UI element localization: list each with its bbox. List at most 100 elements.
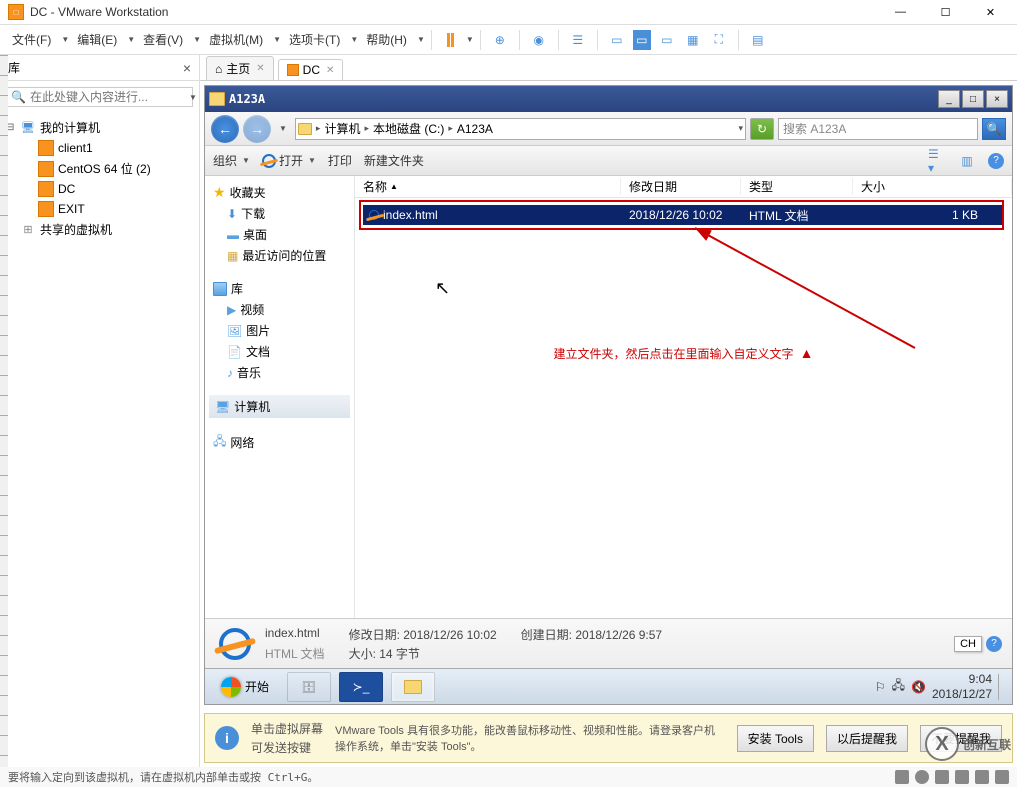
- menu-help[interactable]: 帮助(H): [358, 27, 415, 52]
- tree-computer[interactable]: 🖥计算机: [209, 395, 350, 418]
- annotation-arrow: [655, 218, 935, 358]
- help-icon[interactable]: ?: [988, 153, 1004, 169]
- status-message: 要将输入定向到该虚拟机，请在虚拟机内部单击或按 Ctrl+G。: [8, 769, 318, 785]
- tree-recent[interactable]: ▦最近访问的位置: [209, 245, 350, 266]
- explorer-close[interactable]: ×: [986, 90, 1008, 108]
- toolbar-extra-icon[interactable]: ▤: [748, 30, 768, 50]
- download-icon: ⬇: [227, 207, 237, 221]
- nav-forward-button[interactable]: →: [243, 115, 271, 143]
- watermark-logo: X: [925, 727, 959, 761]
- status-bar: 要将输入定向到该虚拟机，请在虚拟机内部单击或按 Ctrl+G。: [0, 767, 1017, 787]
- star-icon: ★: [213, 184, 226, 201]
- library-sidebar: 库 × 🔍 ▼ ⊟ 🖥 我的计算机 client1 CentOS 64 位 (2…: [0, 55, 200, 767]
- tray-flag-icon[interactable]: ⚐: [875, 680, 886, 694]
- install-tools-button[interactable]: 安装 Tools: [737, 725, 814, 752]
- menu-view[interactable]: 查看(V): [135, 27, 191, 52]
- explorer-search-input[interactable]: 搜索 A123A: [778, 118, 978, 140]
- tree-downloads[interactable]: ⬇下载: [209, 203, 350, 224]
- tab-close-icon[interactable]: ✕: [326, 65, 334, 76]
- vm-guest-window: A123A _ □ × ← → ▼ ▸ 计算机 ▸ 本地磁盘 (C:): [204, 85, 1013, 705]
- pause-button[interactable]: [441, 30, 461, 50]
- snapshot-manager-icon[interactable]: ☰: [568, 30, 588, 50]
- view-fullscreen-icon[interactable]: ▭: [657, 30, 677, 50]
- tree-video[interactable]: ▶视频: [209, 299, 350, 320]
- tray-sound-icon[interactable]: 🔇: [911, 680, 926, 694]
- explorer-nav-bar: ← → ▼ ▸ 计算机 ▸ 本地磁盘 (C:) ▸ A123A ▾ ↻ 搜索 A…: [205, 112, 1012, 146]
- tab-home[interactable]: ⌂ 主页 ✕: [206, 56, 274, 80]
- toolbar-organize[interactable]: 组织 ▼: [213, 152, 250, 169]
- explorer-minimize[interactable]: _: [938, 90, 960, 108]
- address-bar[interactable]: ▸ 计算机 ▸ 本地磁盘 (C:) ▸ A123A ▾: [295, 118, 746, 140]
- nav-back-button[interactable]: ←: [211, 115, 239, 143]
- maximize-button[interactable]: ☐: [923, 2, 968, 22]
- menu-edit[interactable]: 编辑(E): [69, 27, 125, 52]
- device-usb-icon[interactable]: [955, 770, 969, 784]
- library-search[interactable]: 🔍 ▼: [6, 87, 193, 107]
- nav-history-dropdown[interactable]: ▼: [275, 124, 291, 133]
- view-unity-icon[interactable]: ▭: [633, 30, 651, 50]
- tree-vm-centos[interactable]: CentOS 64 位 (2): [6, 158, 193, 179]
- col-name[interactable]: 名称 ▲: [355, 178, 621, 195]
- snapshot-revert-icon[interactable]: ◉: [529, 30, 549, 50]
- device-cd-icon[interactable]: [915, 770, 929, 784]
- menu-file[interactable]: 文件(F): [4, 27, 59, 52]
- search-dropdown-icon[interactable]: ▼: [189, 93, 197, 102]
- col-size[interactable]: 大小: [853, 178, 1012, 195]
- tree-favorites[interactable]: ★收藏夹: [209, 182, 350, 203]
- search-icon: 🔍: [11, 90, 26, 104]
- tree-pictures[interactable]: 🖼图片: [209, 320, 350, 341]
- tree-library[interactable]: 库: [209, 278, 350, 299]
- remind-later-button[interactable]: 以后提醒我: [826, 725, 908, 752]
- tree-network[interactable]: 🖧网络: [209, 430, 350, 455]
- menu-bar: 文件(F)▼ 编辑(E)▼ 查看(V)▼ 虚拟机(M)▼ 选项卡(T)▼ 帮助(…: [0, 25, 1017, 55]
- tree-documents[interactable]: 📄文档: [209, 341, 350, 362]
- refresh-button[interactable]: ↻: [750, 118, 774, 140]
- tree-my-computer[interactable]: ⊟ 🖥 我的计算机: [6, 117, 193, 138]
- menu-tabs[interactable]: 选项卡(T): [281, 27, 348, 52]
- ime-indicator[interactable]: CH: [954, 636, 982, 652]
- explorer-maximize[interactable]: □: [962, 90, 984, 108]
- desktop-icon: ▬: [227, 228, 239, 242]
- tree-vm-exit[interactable]: EXIT: [6, 199, 193, 219]
- tree-music[interactable]: ♪音乐: [209, 362, 350, 383]
- toolbar-new-folder[interactable]: 新建文件夹: [364, 152, 424, 169]
- device-printer-icon[interactable]: [995, 770, 1009, 784]
- col-type[interactable]: 类型: [741, 178, 853, 195]
- snapshot-icon[interactable]: ⊕: [490, 30, 510, 50]
- tree-vm-dc[interactable]: DC: [6, 179, 193, 199]
- menu-vm[interactable]: 虚拟机(M): [201, 27, 271, 52]
- explorer-toolbar: 组织 ▼ 打开 ▼ 打印 新建文件夹 ☰ ▾ ▥ ?: [205, 146, 1012, 176]
- task-powershell[interactable]: ≻_: [339, 672, 383, 702]
- ime-help-icon[interactable]: ?: [986, 636, 1002, 652]
- device-sound-icon[interactable]: [975, 770, 989, 784]
- tab-close-icon[interactable]: ✕: [256, 63, 264, 74]
- close-button[interactable]: ✕: [968, 2, 1013, 22]
- tab-dc[interactable]: DC ✕: [278, 59, 344, 80]
- music-icon: ♪: [227, 366, 233, 380]
- view-tile-icon[interactable]: ▦: [683, 30, 703, 50]
- minimize-button[interactable]: —: [878, 2, 923, 22]
- device-net-icon[interactable]: [935, 770, 949, 784]
- view-stretch-icon[interactable]: ⛶: [709, 30, 729, 50]
- sidebar-close-button[interactable]: ×: [183, 60, 191, 76]
- task-explorer[interactable]: [391, 672, 435, 702]
- task-server-manager[interactable]: 🗄: [287, 672, 331, 702]
- toolbar-open[interactable]: 打开 ▼: [262, 152, 316, 169]
- tree-vm-client1[interactable]: client1: [6, 138, 193, 158]
- view-mode-icon[interactable]: ☰ ▾: [928, 152, 946, 170]
- start-button[interactable]: 开始: [211, 673, 279, 701]
- device-hdd-icon[interactable]: [895, 770, 909, 784]
- preview-pane-icon[interactable]: ▥: [958, 152, 976, 170]
- tree-shared-vms[interactable]: ⊞共享的虚拟机: [6, 219, 193, 240]
- toolbar-print[interactable]: 打印: [328, 152, 352, 169]
- show-desktop[interactable]: [998, 674, 1006, 700]
- explorer-search-button[interactable]: 🔍: [982, 118, 1006, 140]
- view-console-icon[interactable]: ▭: [607, 30, 627, 50]
- tray-clock[interactable]: 9:04 2018/12/27: [932, 672, 992, 701]
- col-date[interactable]: 修改日期: [621, 178, 741, 195]
- search-input[interactable]: [30, 90, 185, 104]
- tray-network-icon[interactable]: 🖧: [892, 676, 905, 697]
- details-filename: index.html: [265, 626, 325, 643]
- vm-icon: [287, 64, 299, 76]
- tree-desktop[interactable]: ▬桌面: [209, 224, 350, 245]
